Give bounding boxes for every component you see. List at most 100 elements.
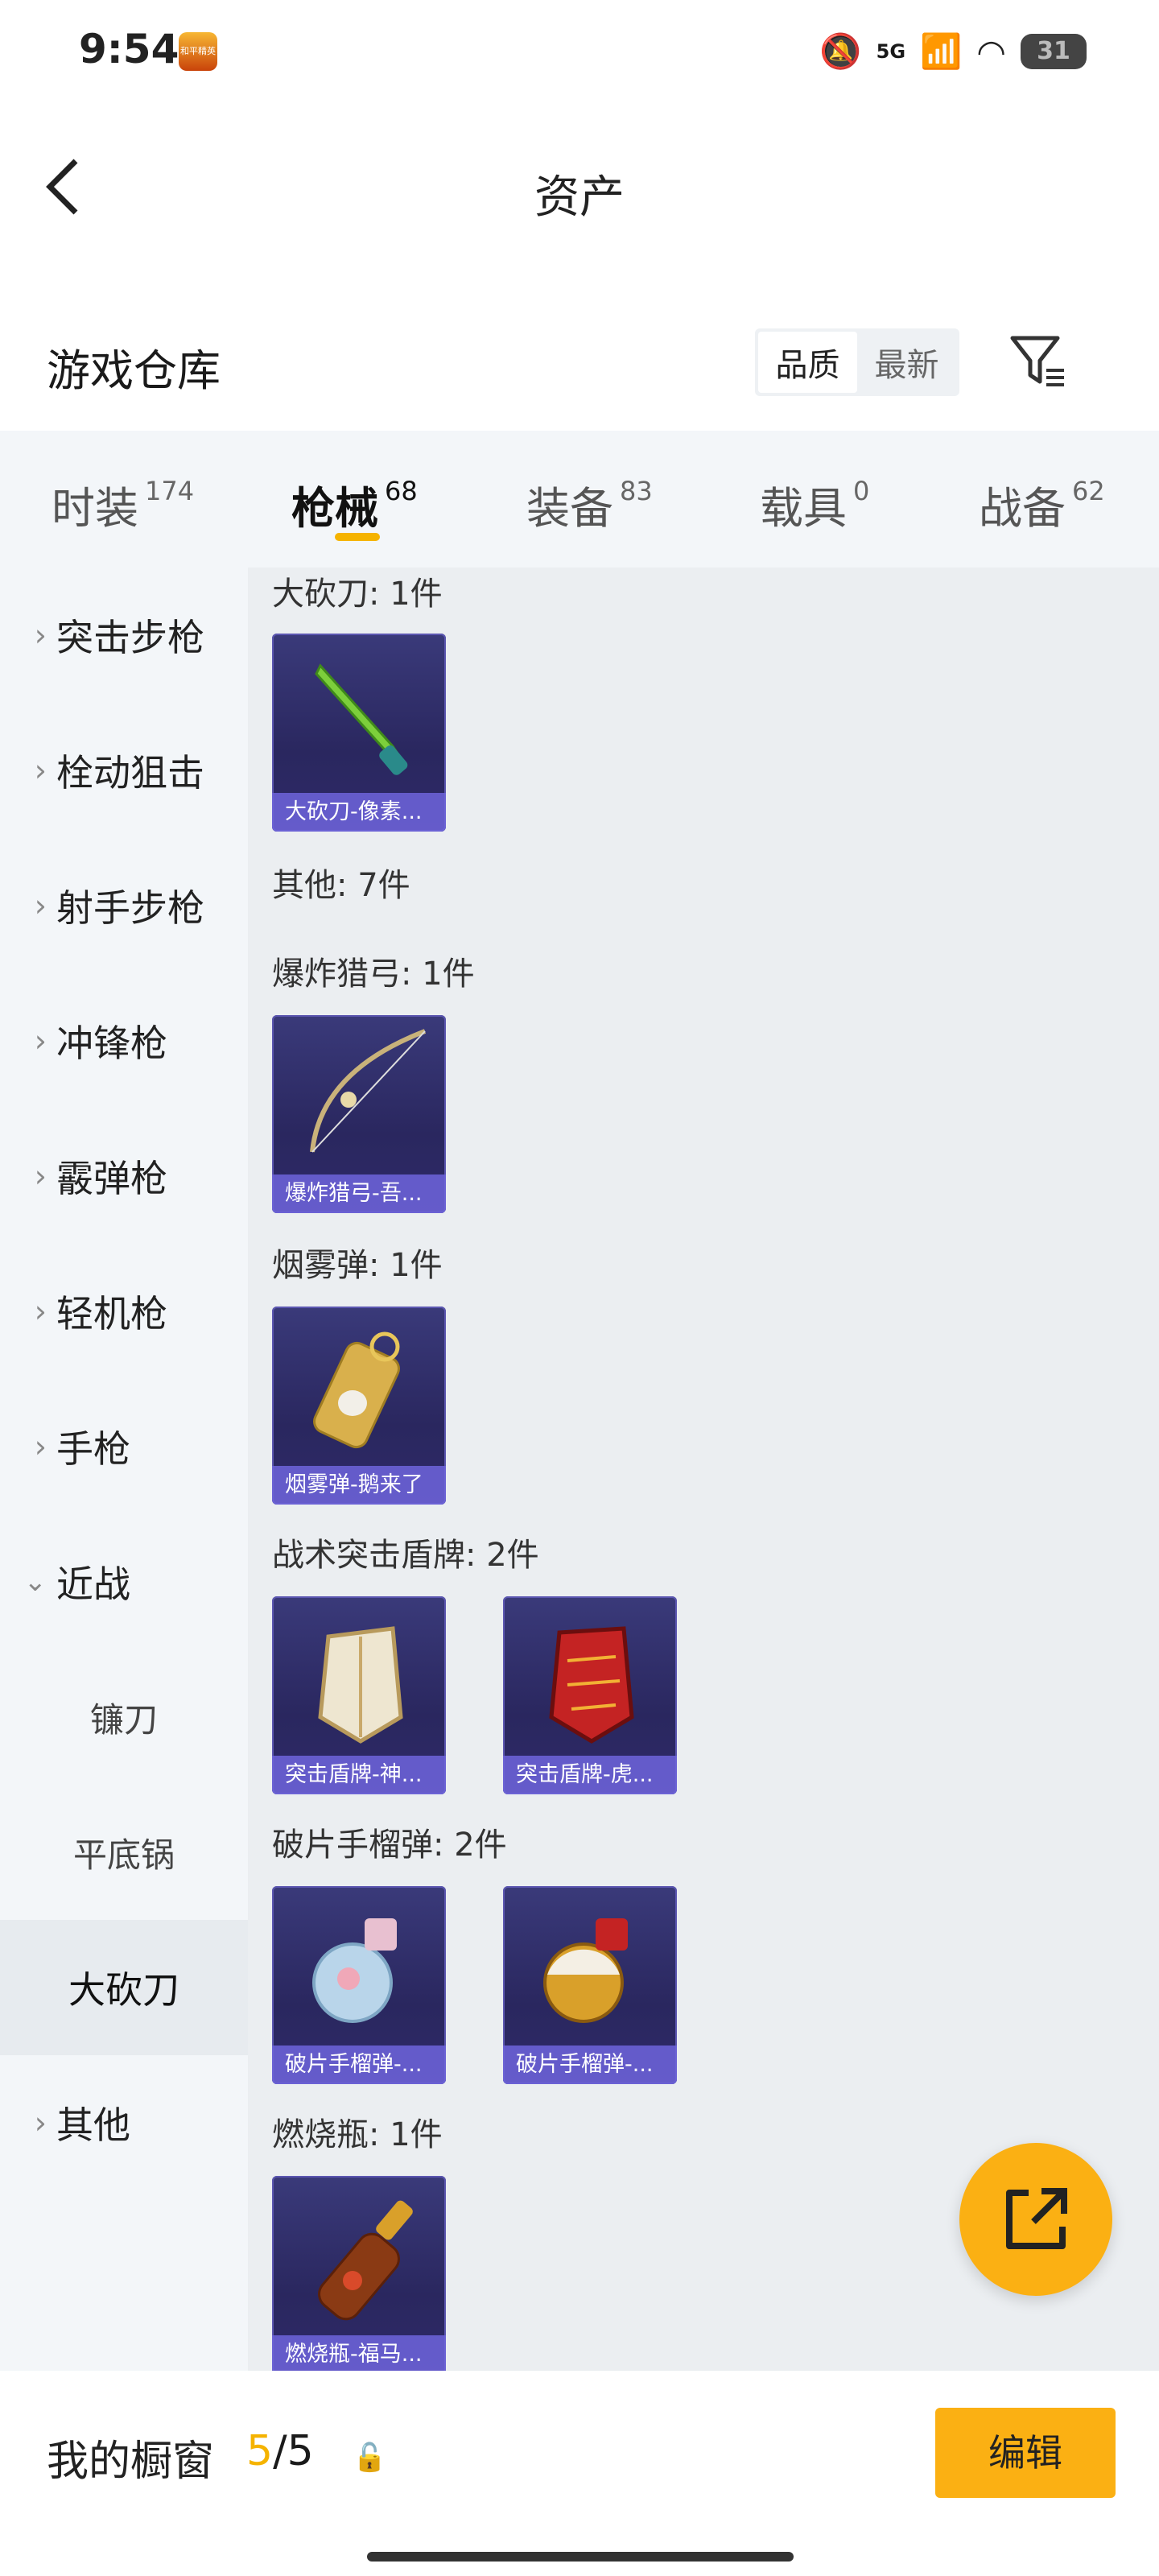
status-bar: 9:54 和平精英 🔕 5G 📶 ◠ 31	[0, 0, 1159, 105]
tab-label: 枪械	[291, 483, 378, 534]
external-link-icon	[1006, 2188, 1067, 2249]
status-icons: 🔕 5G 📶 ◠ 31	[819, 29, 1087, 74]
tab-count: 62	[1072, 476, 1105, 506]
sidebar-sub-sickle[interactable]: 镰刀	[0, 1649, 248, 1785]
shield-icon	[549, 1626, 634, 1744]
chevron-right-icon: ›	[34, 617, 47, 653]
grenade-icon	[543, 1918, 628, 2023]
category-tabs: 时装 174 枪械 68 装备 83 载具 0 战备 62	[0, 431, 1159, 568]
tab-supplies[interactable]: 战备 62	[979, 431, 1105, 568]
grenade-icon	[312, 1918, 397, 2023]
chevron-right-icon: ›	[34, 2105, 47, 2140]
sidebar: › 突击步枪 › 栓动狙击 › 射手步枪 › 冲锋枪 › 霰弹枪 › 轻机枪 ›…	[0, 568, 248, 2371]
bow-icon	[310, 1029, 427, 1153]
sort-toggle: 品质 最新	[755, 328, 959, 396]
item-card[interactable]: 燃烧瓶-福马...	[272, 2176, 446, 2371]
section-title: 大砍刀: 1件	[272, 576, 443, 613]
sort-quality-button[interactable]: 品质	[758, 332, 857, 393]
tab-count: 174	[145, 476, 195, 506]
sidebar-item-smg[interactable]: › 冲锋枪	[0, 973, 248, 1108]
tab-label: 装备	[526, 483, 613, 534]
chevron-right-icon: ›	[34, 888, 47, 923]
tab-equipment[interactable]: 装备 83	[526, 431, 653, 568]
section-title: 烟雾弹: 1件	[272, 1247, 443, 1284]
tab-firearms[interactable]: 枪械 68	[291, 431, 418, 568]
item-card[interactable]: 破片手榴弹-...	[503, 1886, 677, 2084]
item-card[interactable]: 突击盾牌-虎...	[503, 1596, 677, 1794]
tab-fashion[interactable]: 时装 174	[52, 431, 194, 568]
section-title: 其他: 7件	[272, 867, 410, 904]
section-title: 爆炸猎弓: 1件	[272, 956, 475, 993]
sidebar-sub-frying-pan[interactable]: 平底锅	[0, 1785, 248, 1920]
home-indicator[interactable]	[367, 2552, 794, 2562]
page-title: 资产	[534, 171, 625, 224]
signal-icon: 📶	[920, 31, 963, 71]
item-caption: 大砍刀-像素...	[272, 793, 446, 832]
header: 资产	[0, 105, 1159, 282]
item-caption: 破片手榴弹-...	[503, 2046, 677, 2084]
item-card[interactable]: 大砍刀-像素...	[272, 634, 446, 832]
chevron-down-icon: ⌄	[23, 1566, 47, 1598]
item-card[interactable]: 突击盾牌-神...	[272, 1596, 446, 1794]
active-tab-indicator	[335, 533, 380, 541]
tab-vehicles[interactable]: 载具 0	[760, 431, 869, 568]
mute-icon: 🔕	[819, 31, 862, 71]
bottom-bar: 我的橱窗 5/5 🔓 编辑	[0, 2371, 1159, 2576]
smoke-grenade-icon	[313, 1331, 400, 1449]
battery-icon: 31	[1021, 34, 1087, 69]
sort-newest-button[interactable]: 最新	[857, 332, 956, 393]
sidebar-item-label: 手枪	[56, 1427, 130, 1471]
item-list: 大砍刀: 1件 大砍刀-像素... 其他: 7件 爆炸猎弓: 1件 爆炸猎弓-吾…	[248, 568, 1159, 2371]
sidebar-item-shotgun[interactable]: › 霰弹枪	[0, 1108, 248, 1244]
filter-icon[interactable]	[1006, 330, 1070, 394]
item-caption: 破片手榴弹-...	[272, 2046, 446, 2084]
chevron-right-icon: ›	[34, 1294, 47, 1329]
item-caption: 突击盾牌-虎...	[503, 1756, 677, 1794]
showcase-label: 我的橱窗	[47, 2438, 215, 2486]
section-title: 燃烧瓶: 1件	[272, 2116, 443, 2153]
warehouse-title: 游戏仓库	[47, 345, 221, 396]
machete-icon	[315, 663, 408, 775]
sidebar-item-marksman-rifle[interactable]: › 射手步枪	[0, 838, 248, 973]
share-fab[interactable]	[959, 2143, 1112, 2296]
app-notification-icon: 和平精英	[179, 32, 217, 71]
sidebar-item-label: 其他	[56, 2103, 130, 2147]
tab-count: 68	[385, 476, 418, 506]
sidebar-item-label: 冲锋枪	[56, 1022, 167, 1065]
chevron-right-icon: ›	[34, 1023, 47, 1059]
sidebar-item-label: 突击步枪	[56, 616, 204, 659]
wifi-icon: ◠	[976, 31, 1006, 72]
section-title: 战术突击盾牌: 2件	[272, 1537, 539, 1574]
tab-label: 时装	[52, 483, 138, 534]
showcase-total: /5	[273, 2427, 314, 2475]
sidebar-item-bolt-sniper[interactable]: › 栓动狙击	[0, 703, 248, 838]
warehouse-bar: 游戏仓库 品质 最新	[0, 282, 1159, 431]
sidebar-item-other[interactable]: › 其他	[0, 2055, 248, 2190]
chevron-right-icon: ›	[34, 1429, 47, 1464]
tab-count: 0	[853, 476, 870, 506]
sidebar-item-melee[interactable]: ⌄ 近战	[0, 1514, 248, 1649]
edit-button[interactable]: 编辑	[935, 2408, 1116, 2498]
sidebar-sub-machete[interactable]: 大砍刀	[0, 1920, 248, 2055]
molotov-icon	[318, 2200, 413, 2321]
section-title: 破片手榴弹: 2件	[272, 1827, 507, 1864]
showcase-current: 5	[246, 2427, 274, 2475]
lock-icon: 🔓	[353, 2442, 387, 2474]
tab-label: 载具	[760, 483, 847, 534]
status-time: 9:54	[79, 26, 179, 72]
shield-icon	[318, 1626, 403, 1744]
item-caption: 爆炸猎弓-吾...	[272, 1174, 446, 1213]
item-card[interactable]: 破片手榴弹-...	[272, 1886, 446, 2084]
item-card[interactable]: 烟雾弹-鹅来了	[272, 1307, 446, 1505]
sidebar-item-lmg[interactable]: › 轻机枪	[0, 1244, 248, 1379]
sidebar-item-label: 近战	[56, 1563, 130, 1606]
sidebar-item-label: 轻机枪	[56, 1292, 167, 1335]
sidebar-item-label: 射手步枪	[56, 886, 204, 930]
tab-label: 战备	[979, 483, 1066, 534]
item-caption: 燃烧瓶-福马...	[272, 2335, 446, 2371]
sidebar-item-assault-rifle[interactable]: › 突击步枪	[0, 568, 248, 703]
item-card[interactable]: 爆炸猎弓-吾...	[272, 1015, 446, 1213]
chevron-right-icon: ›	[34, 1158, 47, 1194]
sidebar-item-label: 霰弹枪	[56, 1157, 167, 1200]
sidebar-item-pistol[interactable]: › 手枪	[0, 1379, 248, 1514]
